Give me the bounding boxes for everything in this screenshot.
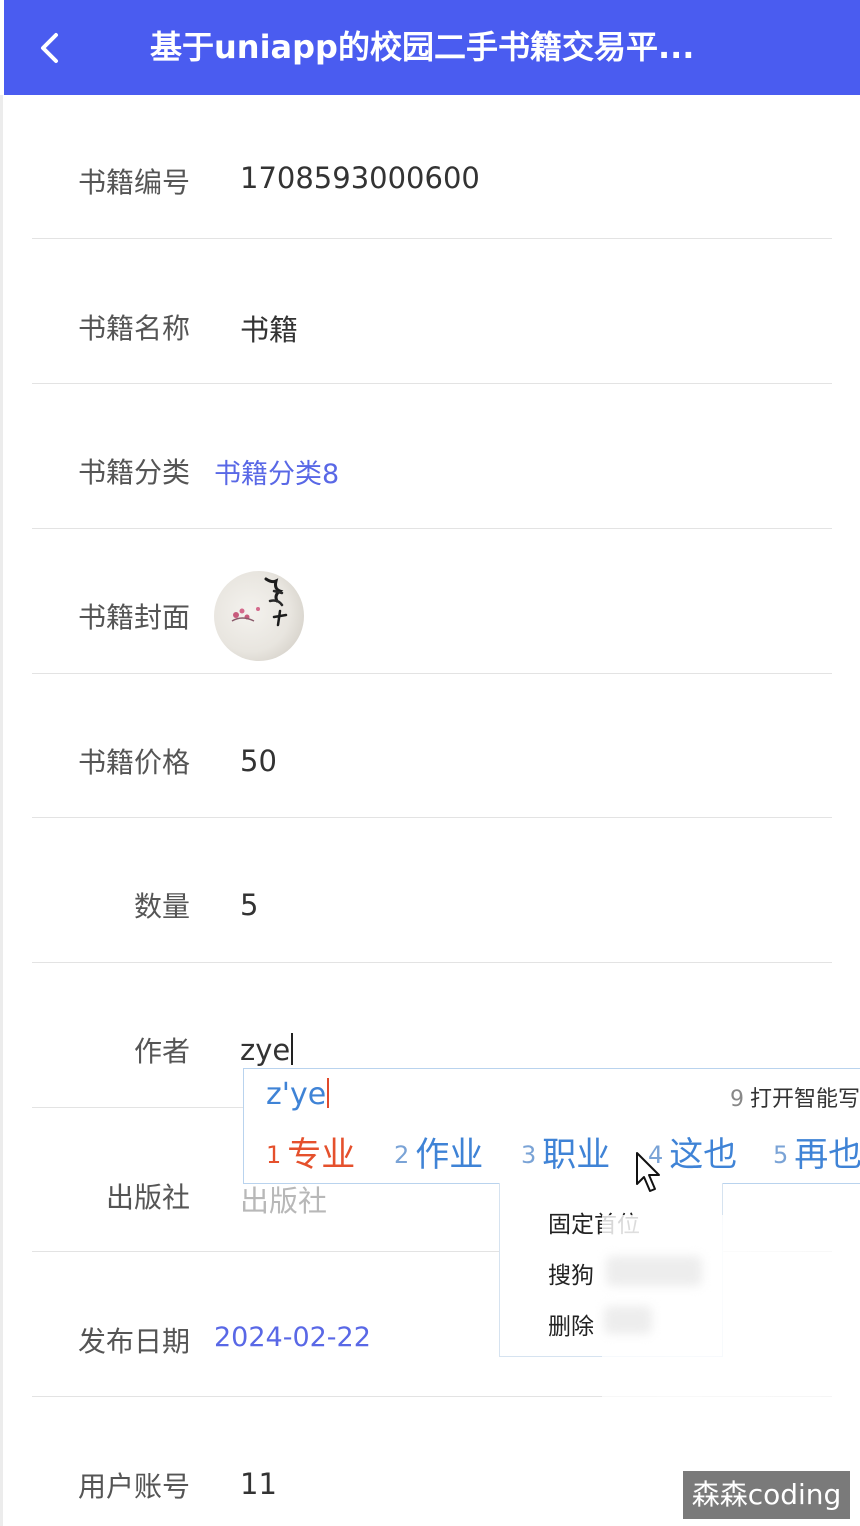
quantity-label: 数量	[133, 890, 190, 923]
chevron-left-icon	[41, 33, 58, 63]
quantity-input[interactable]: 5	[240, 888, 258, 922]
publisher-label: 出版社	[105, 1181, 190, 1214]
menu-item-delete[interactable]: 删除	[548, 1307, 594, 1341]
author-input[interactable]: zye	[240, 1033, 294, 1067]
menu-item-sogou[interactable]: 搜狗	[548, 1256, 594, 1290]
form-row-price: 书籍价格 50	[32, 674, 832, 818]
cover-image[interactable]	[214, 571, 304, 661]
book-no-label: 书籍编号	[77, 166, 190, 199]
text-caret	[291, 1033, 294, 1065]
book-name-label: 书籍名称	[77, 312, 190, 345]
ime-candidate-text: 专业	[287, 1135, 356, 1175]
blurred-text	[604, 1306, 652, 1334]
book-name-input[interactable]: 书籍	[240, 307, 298, 349]
publish-date-label: 发布日期	[77, 1325, 190, 1358]
author-input-text: zye	[240, 1033, 291, 1067]
publish-date-picker[interactable]: 2024-02-22	[214, 1322, 371, 1353]
form-row-book-name: 书籍名称 书籍	[32, 239, 832, 384]
mouse-pointer-icon	[636, 1152, 660, 1192]
publisher-input[interactable]: 出版社	[240, 1178, 327, 1220]
ime-candidate-text: 再也	[794, 1135, 860, 1175]
form-row-category: 书籍分类 书籍分类8	[32, 384, 832, 529]
category-label: 书籍分类	[77, 456, 190, 489]
price-input[interactable]: 50	[240, 744, 277, 778]
header-bar: 基于uniapp的校园二手书籍交易平...	[4, 0, 860, 95]
ime-cursor	[327, 1078, 330, 1108]
ime-hint-number: 9	[729, 1087, 744, 1112]
page-title: 基于uniapp的校园二手书籍交易平...	[150, 28, 695, 66]
category-picker[interactable]: 书籍分类8	[214, 452, 339, 491]
ime-candidate-1[interactable]: 1 专业	[266, 1127, 355, 1176]
ime-candidate-number: 5	[773, 1141, 789, 1169]
back-button[interactable]	[32, 28, 72, 68]
form-row-quantity: 数量 5	[32, 818, 832, 963]
price-label: 书籍价格	[77, 746, 190, 779]
form-row-cover: 书籍封面	[32, 529, 832, 674]
cover-label: 书籍封面	[77, 601, 190, 634]
ime-candidate-text: 这也	[669, 1135, 738, 1175]
left-edge	[0, 95, 3, 1526]
author-label: 作者	[133, 1035, 190, 1068]
watermark: 森森coding	[683, 1471, 850, 1519]
book-no-value: 1708593000600	[240, 161, 480, 195]
ime-candidate-number: 2	[394, 1141, 410, 1169]
ime-candidate-2[interactable]: 2 作业	[394, 1127, 483, 1176]
ime-candidate-text: 职业	[542, 1135, 611, 1175]
ime-candidate-3[interactable]: 3 职业	[521, 1127, 610, 1176]
ime-smart-write-hint[interactable]: 9 打开智能写	[730, 1081, 860, 1113]
ime-hint-text: 打开智能写	[749, 1087, 860, 1112]
ime-candidate-number: 3	[521, 1141, 537, 1169]
ime-composition: z'ye	[266, 1077, 330, 1112]
form-row-book-no: 书籍编号 1708593000600	[32, 95, 832, 239]
blurred-text	[606, 1256, 702, 1286]
ime-candidate-text: 作业	[415, 1135, 484, 1175]
user-account-value: 11	[240, 1467, 277, 1501]
ime-candidate-number: 1	[266, 1141, 282, 1169]
ime-candidate-5[interactable]: 5 再也	[773, 1127, 860, 1176]
user-account-label: 用户账号	[77, 1470, 190, 1503]
ime-composition-text: z'ye	[266, 1077, 327, 1112]
ime-candidate-window: z'ye 9 打开智能写 1 专业 2 作业 3 职业 4 这也 5 再也	[243, 1068, 860, 1184]
